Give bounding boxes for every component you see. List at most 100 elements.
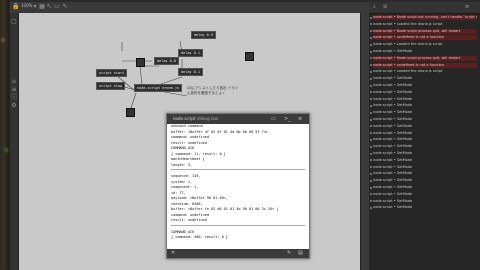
console-line[interactable]: node.script • Loaded the drone.js script xyxy=(373,69,477,74)
bang-button[interactable] xyxy=(136,58,145,67)
console-line[interactable]: node.script • SetMode xyxy=(373,131,477,136)
console-line-dot-icon xyxy=(370,186,372,189)
settings-icon[interactable]: ⚙ xyxy=(11,103,17,109)
node-script-stop[interactable]: script stop xyxy=(96,82,126,90)
console-line[interactable]: node.script • SetMode xyxy=(373,185,477,190)
console-line-dot-icon xyxy=(370,145,372,148)
grid-icon[interactable]: ▦ xyxy=(39,4,45,10)
debug-line: result: undefined xyxy=(171,218,207,222)
console-line-dot-icon xyxy=(370,179,372,182)
console-line[interactable]: node.script • SetMode xyxy=(373,171,477,176)
console-line-dot-icon xyxy=(370,159,372,162)
debug-tool-window: node.script debug tool ▭ >_ ≡ unknown co… xyxy=(166,113,310,259)
edit-icon[interactable]: ✎ xyxy=(62,4,68,10)
console-line-dot-icon xyxy=(370,77,372,80)
pointer-icon[interactable]: ↖ xyxy=(46,4,52,10)
console-line[interactable]: node.script • SetMode xyxy=(373,199,477,204)
console-line[interactable]: node.script • SetMode xyxy=(373,124,477,129)
zoom-level[interactable]: 100% xyxy=(21,3,32,8)
console-line[interactable]: node.script • SetMode xyxy=(373,76,477,81)
console-line-dot-icon xyxy=(370,30,372,33)
console-line[interactable]: node.script • Node script process quit, … xyxy=(373,28,477,34)
console-line[interactable]: node.script • Node script not running, c… xyxy=(373,15,477,20)
lock-icon[interactable]: 🔒 xyxy=(12,4,19,10)
console-line-dot-icon xyxy=(370,64,372,67)
console-line-dot-icon xyxy=(370,200,372,203)
presentation-icon[interactable]: ▭ xyxy=(54,4,60,10)
bang-button-3[interactable] xyxy=(126,108,135,117)
node-script-main[interactable]: node.script drone.js xyxy=(134,84,183,92)
console-line-dot-icon xyxy=(370,132,372,135)
info-icon[interactable]: ⓘ xyxy=(11,95,17,101)
console-line[interactable]: node.script • SetMode xyxy=(373,192,477,197)
new-object-icon[interactable]: ▢ xyxy=(11,19,17,25)
folder-icon[interactable]: ▤ xyxy=(298,250,303,256)
console-line-dot-icon xyxy=(370,152,372,155)
list-icon[interactable]: ≡ xyxy=(11,87,17,93)
console-line-dot-icon xyxy=(370,98,372,101)
console-line[interactable]: node.script • Loaded the drone.js script xyxy=(373,22,477,27)
node-script-start[interactable]: script start xyxy=(96,69,128,77)
clear-icon[interactable]: ⊘ xyxy=(383,4,387,10)
debug-line: length: 3, xyxy=(171,162,193,167)
prompt-icon[interactable]: >_ xyxy=(284,116,291,122)
console-line-dot-icon xyxy=(370,206,372,209)
console-line-dot-icon xyxy=(370,111,372,114)
console-line-dot-icon xyxy=(370,166,372,169)
console-line[interactable]: node.script • SetMode xyxy=(373,117,477,122)
canvas-side-panel xyxy=(360,13,369,270)
terminal-icon[interactable]: ▭ xyxy=(271,116,276,122)
console-line-dot-icon xyxy=(370,57,372,60)
console-menu-icon[interactable]: ≡ xyxy=(465,4,469,10)
console-line[interactable]: node.script • SetMode xyxy=(373,97,477,102)
console-line[interactable]: node.script • SetMode xyxy=(373,90,477,95)
edit-icon[interactable]: ✎ xyxy=(287,250,291,256)
console-line[interactable]: node.script • Loaded the drone.js script xyxy=(373,42,477,47)
console-line-dot-icon xyxy=(370,91,372,94)
console-line-dot-icon xyxy=(370,118,372,121)
console-line[interactable]: node.script • SetMode xyxy=(373,158,477,163)
console-line[interactable]: node.script • SetMode xyxy=(373,49,477,54)
console-line-dot-icon xyxy=(370,36,372,39)
close-icon[interactable]: ✕ xyxy=(171,250,175,256)
debug-line: { command: 400, result: 0 } xyxy=(171,235,228,239)
node-delay[interactable]: delay 0.9 xyxy=(191,31,216,39)
console-line[interactable]: node.script • SetMode xyxy=(373,151,477,156)
console-line[interactable]: node.script • SetMode xyxy=(373,137,477,142)
console-line-dot-icon xyxy=(370,138,372,141)
console-line[interactable]: node.script • SetMode xyxy=(373,103,477,108)
console-line[interactable]: node.script • undefined is not a functio… xyxy=(373,62,477,68)
node-delay-4[interactable]: delay 0.1 xyxy=(178,68,203,76)
console-line-dot-icon xyxy=(370,50,372,53)
debug-line xyxy=(171,169,305,173)
console-line[interactable]: node.script • SetMode xyxy=(373,165,477,170)
menu-icon[interactable]: ≡ xyxy=(298,116,302,122)
console-line-dot-icon xyxy=(370,16,372,19)
filter-icon[interactable]: ⌕ xyxy=(373,4,376,10)
console-line[interactable]: node.script • SetMode xyxy=(373,144,477,149)
console-line-dot-icon xyxy=(370,43,372,46)
console-header: ⌕ ⊘ ≡ xyxy=(369,2,480,14)
console-line-dot-icon xyxy=(370,104,372,107)
comment-2: ん各所を確認するとよく xyxy=(187,91,226,95)
debug-tool-header: node.script debug tool ▭ >_ ≡ xyxy=(167,114,309,124)
debug-output[interactable]: unknown command buffer: <Buffer 4f 03 0f … xyxy=(171,124,305,249)
console-line[interactable]: node.script • Node script process quit, … xyxy=(373,55,477,61)
chevron-down-icon[interactable]: ▾ xyxy=(32,4,38,10)
console-line-dot-icon xyxy=(370,172,372,175)
max-console: ⌕ ⊘ ≡ node.script • Node script not runn… xyxy=(369,2,480,270)
debug-tool-footer: ✕ ✎ ▤ xyxy=(167,249,309,258)
console-line-dot-icon xyxy=(370,70,372,73)
console-line[interactable]: node.script • SetMode xyxy=(373,110,477,115)
console-line[interactable]: node.script • SetMode xyxy=(373,205,477,210)
node-delay-2[interactable]: delay 0.1 xyxy=(178,49,203,57)
console-line[interactable]: node.script • SetMode xyxy=(373,178,477,183)
console-line[interactable]: node.script • SetMode xyxy=(373,83,477,88)
console-line-dot-icon xyxy=(370,84,372,87)
home-icon[interactable]: ⌂ xyxy=(11,79,17,85)
console-line[interactable]: node.script • undefined is not a functio… xyxy=(373,35,477,41)
debug-tool-subtitle: debug tool xyxy=(197,116,219,121)
node-delay-3[interactable]: delay 0.0 xyxy=(154,57,179,65)
debug-tool-title: node.script xyxy=(173,116,196,121)
bang-button-2[interactable] xyxy=(245,52,254,61)
